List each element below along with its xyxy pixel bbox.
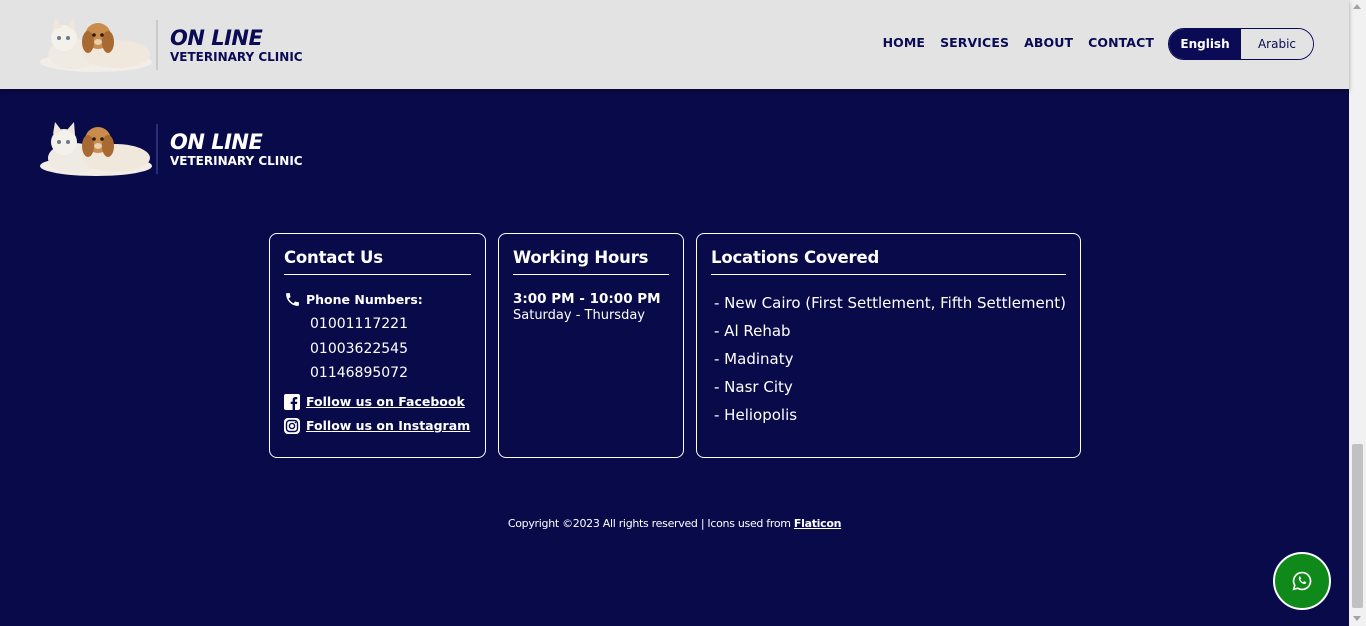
locations-card: Locations Covered - New Cairo (First Set… [696,233,1081,458]
copyright-text: Copyright ©2023 All rights reserved | Ic… [507,517,794,530]
pets-logo-image [36,14,154,76]
hours-days: Saturday - Thursday [513,308,645,323]
scrollbar-thumb[interactable] [1352,444,1363,608]
language-toggle: English Arabic [1168,28,1314,60]
nav-services-link[interactable]: SERVICES [940,35,1009,50]
locations-list: - New Cairo (First Settlement, Fifth Set… [711,289,1066,429]
logo-divider [156,124,158,174]
instagram-icon [284,417,300,434]
whatsapp-icon [1292,571,1312,591]
phone-number[interactable]: 01146895072 [310,361,471,386]
phone-number[interactable]: 01003622545 [310,337,471,362]
location-item: - Nasr City [714,378,793,396]
phone-icon [286,293,299,306]
contact-card: Contact Us Phone Numbers: 01001117221 01… [269,233,486,458]
header-logo[interactable]: ON LINE VETERINARY CLINIC [36,14,303,76]
scroll-up-arrow[interactable] [1353,4,1361,9]
logo-title: ON LINE [170,25,263,50]
scroll-down-arrow[interactable] [1353,616,1361,621]
phone-list: 01001117221 01003622545 01146895072 [310,312,471,386]
main-nav: HOME SERVICES ABOUT CONTACT [883,35,1154,50]
pets-logo-image [36,118,154,180]
working-hours-card: Working Hours 3:00 PM - 10:00 PM Saturda… [498,233,684,458]
whatsapp-button[interactable] [1273,552,1331,610]
nav-contact-link[interactable]: CONTACT [1088,35,1154,50]
phone-number[interactable]: 01001117221 [310,312,471,337]
location-item: - Al Rehab [714,322,791,340]
contact-heading: Contact Us [284,248,471,275]
facebook-row: Follow us on Facebook [284,393,471,410]
phone-numbers-label: Phone Numbers: [306,292,423,307]
hours-time: 3:00 PM - 10:00 PM [513,291,661,307]
instagram-row: Follow us on Instagram [284,417,471,434]
footer-logo[interactable]: ON LINE VETERINARY CLINIC [36,118,303,180]
nav-home-link[interactable]: HOME [883,35,925,50]
hours-heading: Working Hours [513,248,669,275]
site-header: ON LINE VETERINARY CLINIC HOME SERVICES … [0,0,1349,89]
location-item: - Heliopolis [714,406,798,424]
logo-divider [156,20,158,70]
location-item: - New Cairo (First Settlement, Fifth Set… [714,294,1067,312]
instagram-link[interactable]: Follow us on Instagram [306,418,470,433]
language-english-button[interactable]: English [1169,29,1241,59]
nav-about-link[interactable]: ABOUT [1024,35,1073,50]
flaticon-link[interactable]: Flaticon [794,517,842,530]
logo-subtitle: VETERINARY CLINIC [170,153,303,168]
location-item: - Madinaty [714,350,794,368]
locations-heading: Locations Covered [711,248,1066,275]
copyright: Copyright ©2023 All rights reserved | Ic… [0,517,1349,530]
logo-title: ON LINE [170,129,263,154]
language-arabic-button[interactable]: Arabic [1241,29,1313,59]
logo-subtitle: VETERINARY CLINIC [170,49,303,64]
facebook-link[interactable]: Follow us on Facebook [306,394,465,409]
facebook-icon [284,393,300,410]
